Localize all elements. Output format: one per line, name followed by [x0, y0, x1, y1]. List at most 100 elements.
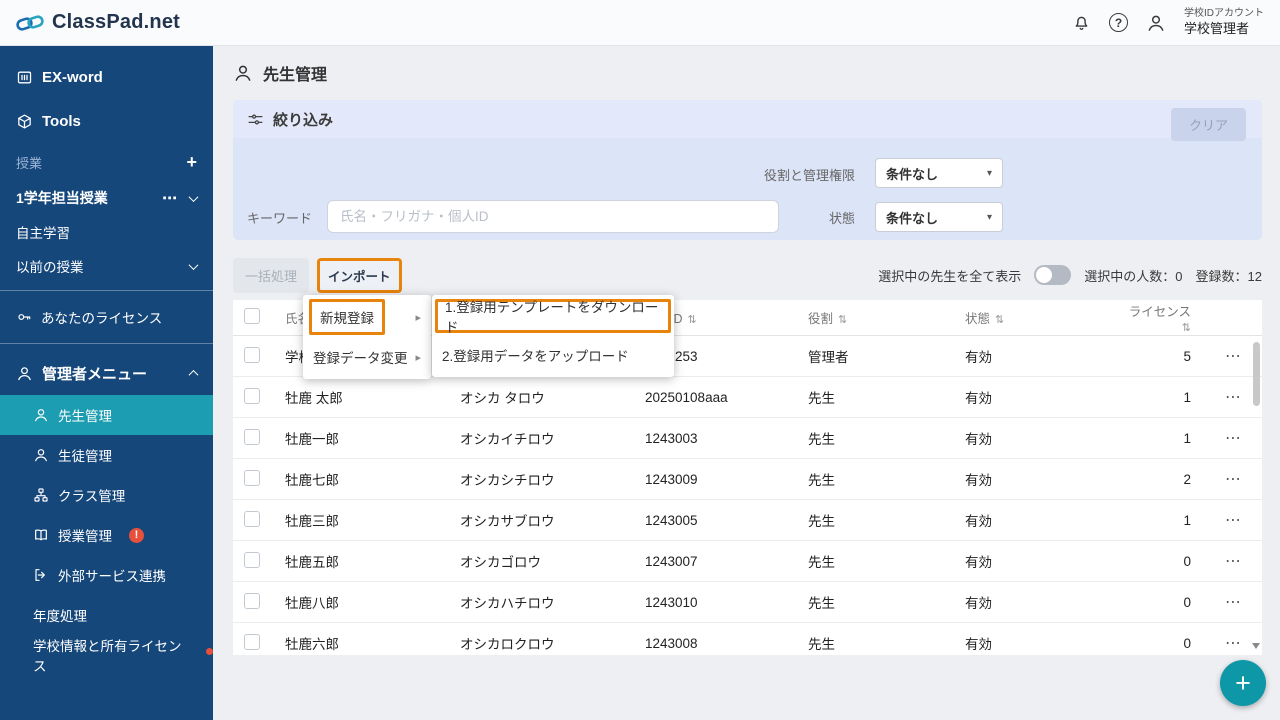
select-all-checkbox[interactable] — [244, 308, 260, 324]
keyword-filter-label: キーワード — [247, 211, 313, 226]
chevron-down-icon[interactable] — [188, 259, 199, 270]
row-checkbox[interactable] — [244, 510, 260, 527]
account-info: 学校IDアカウント 学校管理者 — [1184, 8, 1264, 37]
sidebar-item-exword[interactable]: EX-word — [0, 55, 213, 99]
cell-name: 牡鹿六郎 — [285, 637, 339, 652]
status-filter-value: 条件なし — [886, 210, 939, 226]
show-selected-label: 選択中の先生を全て表示 — [878, 268, 1022, 284]
sort-icon[interactable]: ⇅ — [688, 314, 697, 326]
scrollbar-thumb[interactable] — [1253, 342, 1260, 406]
brand-logo[interactable]: ClassPad.net — [16, 11, 180, 35]
main-content: 先生管理 絞り込み クリア 役割と管理権限 条件なし ▾ キーワード 状態 条件… — [213, 46, 1280, 720]
cell-id: 1243010 — [645, 594, 698, 610]
row-checkbox[interactable] — [244, 469, 260, 486]
sidebar-item-admin-menu[interactable]: 管理者メニュー — [0, 351, 213, 395]
scroll-down-arrow-icon[interactable] — [1252, 643, 1260, 649]
cell-license: 5 — [1183, 348, 1191, 364]
book-icon — [35, 529, 47, 541]
sidebar-item-label: Tools — [42, 112, 81, 130]
external-link-icon — [35, 569, 45, 581]
cell-id: 1243009 — [645, 471, 698, 487]
student-icon — [35, 449, 47, 462]
row-checkbox[interactable] — [244, 551, 260, 568]
page-title: 先生管理 — [233, 61, 327, 85]
caret-down-icon: ▾ — [986, 167, 992, 179]
account-type-label: 学校IDアカウント — [1184, 8, 1264, 20]
menu-item-new-registration[interactable]: 新規登録 ▸ — [303, 297, 431, 337]
help-icon[interactable]: ? — [1109, 13, 1128, 32]
chevron-up-icon[interactable] — [188, 369, 199, 380]
table-row[interactable]: 牡鹿三郎 オシカサブロウ 1243005 先生 有効 1 ⋯ — [233, 500, 1262, 541]
cell-status: 有効 — [965, 432, 992, 447]
submenu-item-download-template[interactable]: 1.登録用テンプレートをダウンロード — [435, 299, 671, 335]
keyword-search-input[interactable] — [327, 200, 779, 233]
table-row[interactable]: 牡鹿五郎 オシカゴロウ 1243007 先生 有効 0 ⋯ — [233, 541, 1262, 582]
cell-license: 1 — [1183, 512, 1191, 528]
notifications-bell-icon[interactable] — [1072, 13, 1091, 32]
selected-count: 選択中の人数：0 — [1084, 268, 1183, 284]
sidebar-item-self-study[interactable]: 自主学習 — [0, 215, 213, 249]
sidebar-item-label: 1学年担当授業 — [16, 190, 108, 206]
sidebar-item-label: 外部サービス連携 — [58, 569, 166, 584]
sort-icon[interactable]: ⇅ — [995, 314, 1004, 326]
sort-icon[interactable]: ⇅ — [1182, 322, 1191, 334]
cell-role: 先生 — [808, 596, 835, 611]
col-role: 役割 — [808, 312, 834, 326]
sort-icon[interactable]: ⇅ — [838, 314, 847, 326]
row-checkbox[interactable] — [244, 592, 260, 609]
sidebar-item-external-services[interactable]: 外部サービス連携 — [0, 555, 213, 595]
chevron-down-icon[interactable] — [188, 191, 199, 202]
class-options-icon[interactable]: ⋯ — [162, 189, 178, 207]
sidebar-item-tools[interactable]: Tools — [0, 99, 213, 143]
cell-role: 先生 — [808, 473, 835, 488]
cell-status: 有効 — [965, 555, 992, 570]
row-checkbox[interactable] — [244, 346, 260, 363]
row-checkbox[interactable] — [244, 387, 260, 404]
sidebar-item-label: 先生管理 — [58, 409, 112, 424]
submenu-item-upload-data[interactable]: 2.登録用データをアップロード — [432, 335, 674, 375]
sidebar-item-year-processing[interactable]: 年度処理 — [0, 595, 213, 635]
sidebar-item-school-info-licenses[interactable]: 学校情報と所有ライセンス — [0, 635, 213, 675]
filter-clear-button[interactable]: クリア — [1170, 108, 1246, 141]
sidebar-item-student-management[interactable]: 生徒管理 — [0, 435, 213, 475]
row-checkbox[interactable] — [244, 428, 260, 445]
add-class-icon[interactable]: + — [186, 153, 197, 171]
table-row[interactable]: 牡鹿七郎 オシカシチロウ 1243009 先生 有効 2 ⋯ — [233, 459, 1262, 500]
table-scrollbar[interactable] — [1252, 340, 1260, 651]
role-filter-value: 条件なし — [886, 166, 939, 182]
import-button[interactable]: インポート — [317, 257, 402, 293]
table-row[interactable]: 牡鹿一郎 オシカイチロウ 1243003 先生 有効 1 ⋯ — [233, 418, 1262, 459]
cell-license: 0 — [1183, 553, 1191, 569]
account-user-icon[interactable] — [1146, 13, 1166, 33]
cell-role: 管理者 — [808, 350, 849, 365]
role-filter-select[interactable]: 条件なし ▾ — [875, 158, 1003, 188]
sidebar-item-class-management[interactable]: クラス管理 — [0, 475, 213, 515]
table-row[interactable]: 牡鹿 太郎 オシカ タロウ 20250108aaa 先生 有効 1 ⋯ — [233, 377, 1262, 418]
toggle-knob — [1036, 267, 1053, 283]
cell-name: 牡鹿五郎 — [285, 555, 339, 570]
add-teacher-fab[interactable]: + — [1220, 660, 1266, 706]
notification-dot — [206, 647, 213, 655]
table-toolbar: 一括処理 インポート 選択中の先生を全て表示 選択中の人数：0 登録数：12 — [233, 257, 1262, 293]
table-row[interactable]: 牡鹿六郎 オシカロクロウ 1243008 先生 有効 0 ⋯ — [233, 623, 1262, 655]
row-checkbox[interactable] — [244, 633, 260, 650]
sidebar-item-lesson-management[interactable]: 授業管理 ! — [0, 515, 213, 555]
sidebar-item-previous-classes[interactable]: 以前の授業 — [0, 249, 213, 283]
account-name-label: 学校管理者 — [1184, 20, 1250, 36]
sidebar-item-your-license[interactable]: あなたのライセンス — [0, 298, 213, 336]
sidebar-item-teacher-management[interactable]: 先生管理 — [0, 395, 213, 435]
show-selected-toggle[interactable] — [1034, 265, 1072, 285]
bulk-action-button[interactable]: 一括処理 — [233, 257, 310, 293]
menu-item-label: 登録データ変更 — [313, 351, 408, 366]
cell-status: 有効 — [965, 391, 992, 406]
sidebar-item-label: 自主学習 — [16, 226, 70, 241]
sidebar-nav: EX-word Tools 授業 + 1学年担当授業 ⋯ 自主学習 以前の授業 … — [0, 46, 213, 720]
sidebar-item-grade1-class[interactable]: 1学年担当授業 ⋯ — [0, 181, 213, 215]
status-filter-select[interactable]: 条件なし ▾ — [875, 202, 1003, 232]
sidebar-section-classes: 授業 + — [0, 143, 213, 181]
cell-kana: オシカゴロウ — [460, 555, 541, 570]
menu-item-data-change[interactable]: 登録データ変更 ▸ — [303, 337, 431, 377]
cell-role: 先生 — [808, 637, 835, 652]
cell-name: 牡鹿八郎 — [285, 596, 339, 611]
table-row[interactable]: 牡鹿八郎 オシカハチロウ 1243010 先生 有効 0 ⋯ — [233, 582, 1262, 623]
